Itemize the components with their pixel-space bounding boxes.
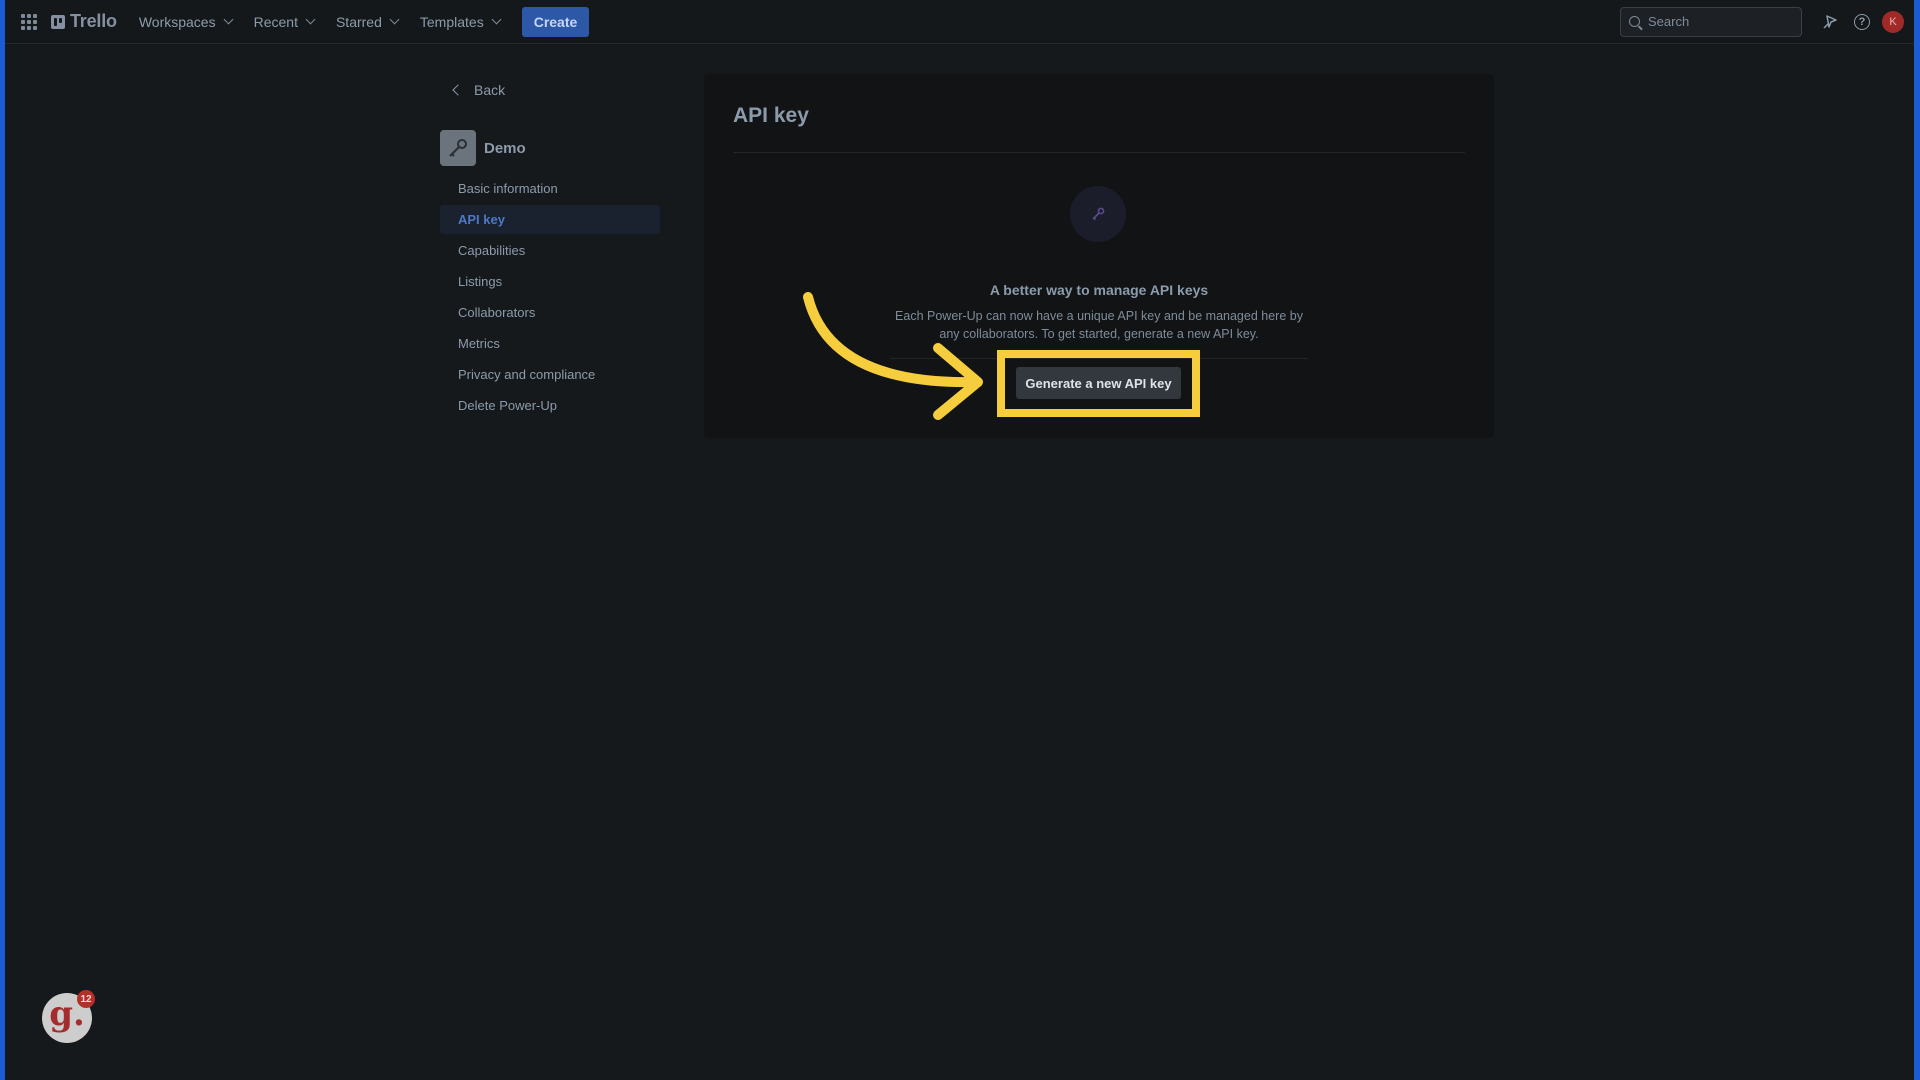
back-chevron-icon	[452, 84, 464, 96]
back-link[interactable]: Back	[440, 72, 662, 108]
powerup-name: Demo	[484, 139, 526, 157]
nav-recent-label: Recent	[253, 13, 298, 30]
notification-icon[interactable]	[1814, 6, 1846, 38]
create-button[interactable]: Create	[521, 6, 590, 37]
assistant-badge[interactable]: g. 12	[42, 990, 95, 1043]
sidebar-item-listings[interactable]: Listings	[440, 267, 660, 296]
chevron-down-icon	[305, 14, 316, 25]
sidebar-item-metrics[interactable]: Metrics	[440, 329, 660, 358]
chevron-down-icon	[389, 14, 400, 25]
sidebar-item-delete-power-up[interactable]: Delete Power-Up	[440, 391, 660, 420]
avatar[interactable]: K	[1882, 10, 1904, 33]
nav-recent[interactable]: Recent	[253, 13, 316, 30]
screen-border-left	[0, 0, 5, 1080]
nav-starred[interactable]: Starred	[335, 13, 400, 30]
generate-api-key-button[interactable]: Generate a new API key	[1016, 367, 1181, 399]
key-icon	[440, 130, 476, 166]
back-label: Back	[474, 82, 506, 98]
chevron-down-icon	[223, 14, 234, 25]
screen-border-right	[1914, 0, 1920, 1080]
sidebar-item-collaborators[interactable]: Collaborators	[440, 298, 660, 327]
sidebar-item-api-key[interactable]: API key	[440, 205, 660, 234]
help-button[interactable]: ?	[1846, 6, 1878, 38]
search-input[interactable]	[1648, 14, 1788, 29]
search-box[interactable]	[1620, 6, 1802, 37]
nav-starred-label: Starred	[335, 13, 382, 30]
settings-sidebar: Back Demo Basic information API key Capa…	[440, 72, 662, 422]
apps-grid-icon[interactable]	[21, 13, 37, 30]
trello-logo-text: Trello	[70, 11, 117, 31]
powerup-header: Demo	[440, 130, 662, 166]
sidebar-item-privacy-and-compliance[interactable]: Privacy and compliance	[440, 360, 660, 389]
nav-templates-label: Templates	[419, 13, 484, 30]
help-icon: ?	[1854, 13, 1870, 30]
top-navigation-bar: Trello Workspaces Recent Starred Templat…	[5, 0, 1914, 44]
topbar-right-group: ? K	[1620, 6, 1914, 38]
search-icon	[1629, 16, 1640, 27]
sidebar-menu: Basic information API key Capabilities L…	[440, 174, 662, 420]
key-icon	[1070, 186, 1126, 242]
nav-workspaces-label: Workspaces	[138, 13, 216, 30]
sidebar-item-capabilities[interactable]: Capabilities	[440, 236, 660, 265]
sidebar-item-basic-information[interactable]: Basic information	[440, 174, 660, 203]
nav-templates[interactable]: Templates	[419, 13, 502, 30]
nav-workspaces[interactable]: Workspaces	[138, 13, 234, 30]
page-title: API key	[733, 104, 809, 127]
trello-logo[interactable]: Trello	[51, 11, 117, 32]
arrow-annotation	[803, 292, 983, 420]
trello-logo-icon	[51, 14, 65, 29]
divider	[733, 152, 1465, 153]
notification-count-badge: 12	[77, 990, 95, 1008]
chevron-down-icon	[491, 14, 502, 25]
